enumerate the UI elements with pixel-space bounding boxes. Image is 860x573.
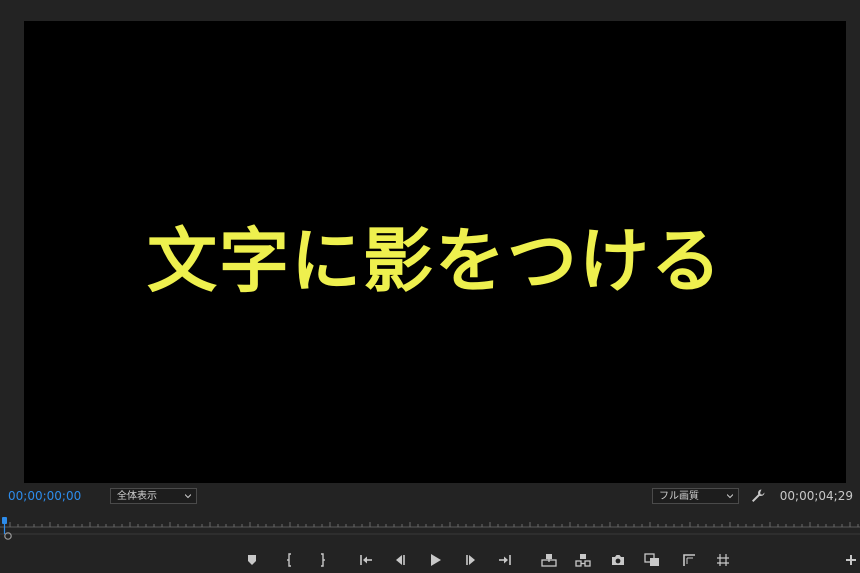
- step-back-icon[interactable]: [392, 552, 408, 568]
- trim-icon[interactable]: [715, 552, 731, 568]
- play-icon[interactable]: [427, 552, 443, 568]
- current-timecode[interactable]: 00;00;00;00: [8, 489, 81, 503]
- zoom-level-select[interactable]: 全体表示: [110, 488, 197, 504]
- comparison-view-icon[interactable]: [644, 552, 660, 568]
- safe-margins-icon[interactable]: [681, 552, 697, 568]
- time-ruler[interactable]: [0, 514, 860, 542]
- transport-controls: [0, 549, 860, 571]
- export-frame-icon[interactable]: [610, 552, 626, 568]
- chevron-down-icon: [727, 494, 733, 499]
- step-forward-icon[interactable]: [463, 552, 479, 568]
- playback-quality-select[interactable]: フル画質: [652, 488, 739, 504]
- go-to-out-icon[interactable]: [497, 552, 513, 568]
- video-title-text: 文字に影をつける: [147, 220, 723, 302]
- lift-icon[interactable]: [541, 552, 557, 568]
- mark-in-icon[interactable]: [282, 552, 298, 568]
- mark-out-icon[interactable]: [314, 552, 330, 568]
- monitor-info-bar: 00;00;00;00 全体表示 フル画質 00;00;04;29: [0, 486, 860, 508]
- playback-quality-value: フル画質: [659, 491, 699, 502]
- extract-icon[interactable]: [575, 552, 591, 568]
- video-preview[interactable]: 文字に影をつける: [24, 21, 846, 483]
- add-marker-icon[interactable]: [245, 552, 261, 568]
- go-to-in-icon[interactable]: [358, 552, 374, 568]
- playhead[interactable]: [2, 517, 7, 524]
- add-button-icon[interactable]: [843, 552, 859, 568]
- zoom-level-value: 全体表示: [117, 491, 157, 502]
- program-monitor-panel: 文字に影をつける 00;00;00;00 全体表示 フル画質 00;00;04;…: [0, 0, 860, 573]
- chevron-down-icon: [185, 494, 191, 499]
- wrench-icon[interactable]: [750, 488, 766, 504]
- duration-timecode: 00;00;04;29: [779, 489, 853, 503]
